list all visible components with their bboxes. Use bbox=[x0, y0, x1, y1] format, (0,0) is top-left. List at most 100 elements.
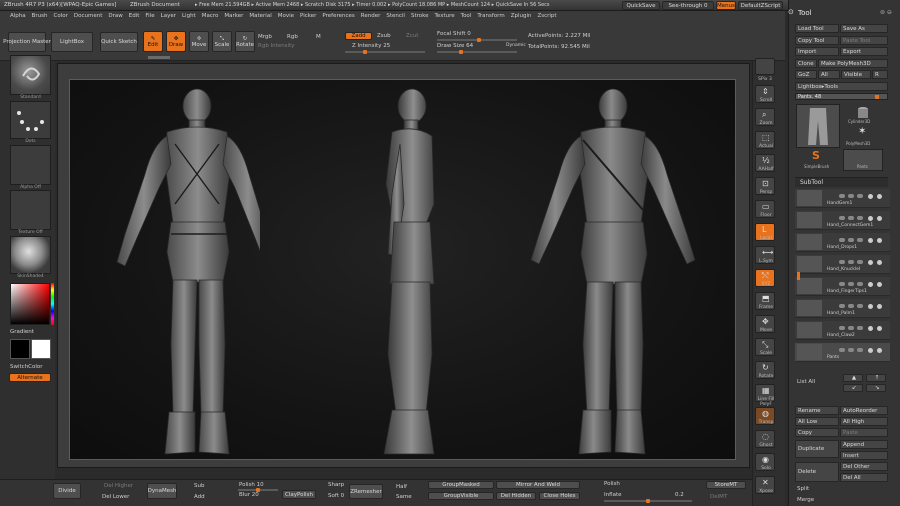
del-other-button[interactable]: Del Other bbox=[840, 462, 888, 471]
subtool-toggle-icon[interactable] bbox=[857, 326, 863, 330]
stroke-selector[interactable] bbox=[10, 101, 51, 139]
add-toggle[interactable]: Add bbox=[194, 494, 205, 500]
del-lower-button[interactable]: Del Lower bbox=[102, 494, 129, 500]
bpr-button[interactable] bbox=[755, 58, 775, 75]
subtool-toggle-icon[interactable] bbox=[839, 216, 845, 220]
zcut-toggle[interactable]: Zcut bbox=[406, 33, 418, 39]
load-tool-button[interactable]: Load Tool bbox=[795, 24, 839, 33]
make-polymesh-button[interactable]: Make PolyMesh3D bbox=[818, 59, 888, 68]
menu-alpha[interactable]: Alpha bbox=[10, 13, 26, 19]
focal-shift-slider[interactable]: Focal Shift 0 bbox=[437, 31, 471, 37]
draw-button[interactable]: ✥ Draw bbox=[166, 31, 186, 52]
mrgb-toggle[interactable]: Mrgb bbox=[258, 34, 272, 40]
lightbox-tools-button[interactable]: Lightbox▸Tools bbox=[795, 82, 888, 91]
xpose-button[interactable]: ✕ Xpose bbox=[755, 476, 775, 494]
sharp-slider[interactable]: Sharp bbox=[328, 482, 344, 488]
autoreorder-button[interactable]: AutoReorder bbox=[840, 406, 888, 415]
menu-document[interactable]: Document bbox=[74, 13, 103, 19]
frame-button[interactable]: ⬒ Frame bbox=[755, 292, 775, 310]
tool-thumb-pants-large[interactable] bbox=[796, 104, 840, 148]
zoom-button[interactable]: ⌕ Zoom bbox=[755, 108, 775, 126]
rotate-button[interactable]: ↻ Rotate bbox=[755, 361, 775, 379]
visibility-eye-icon[interactable] bbox=[877, 238, 882, 243]
subtool-toggle-icon[interactable] bbox=[848, 348, 854, 352]
insert-button[interactable]: Insert bbox=[840, 451, 888, 460]
inflate-handle[interactable] bbox=[646, 499, 650, 503]
line-fill-polyf-button[interactable]: ▦ Line Fill PolyF bbox=[755, 384, 775, 407]
switchcolor-button[interactable]: SwitchColor bbox=[10, 364, 43, 370]
current-tool-slider[interactable]: Pants. 48 bbox=[795, 93, 888, 100]
visibility-eye-icon[interactable] bbox=[877, 194, 882, 199]
default-zscript-button[interactable]: DefaultZScript bbox=[738, 1, 783, 10]
subtool-toggle-icon[interactable] bbox=[839, 194, 845, 198]
dynamesh-button[interactable]: DynaMesh bbox=[147, 483, 177, 499]
z-intensity-slider[interactable]: Z Intensity 25 bbox=[352, 43, 390, 49]
menu-zplugin[interactable]: Zplugin bbox=[511, 13, 532, 19]
subtool-row[interactable]: HandGem1 bbox=[795, 189, 890, 208]
delmt-button[interactable]: DelMT bbox=[710, 494, 727, 500]
append-button[interactable]: Append bbox=[840, 440, 888, 449]
polypaint-icon[interactable] bbox=[868, 216, 873, 221]
focal-shift-handle[interactable] bbox=[477, 38, 481, 42]
del-higher-button[interactable]: Del Higher bbox=[104, 483, 133, 489]
scroll-button[interactable]: ⇕ Scroll bbox=[755, 85, 775, 103]
delete-button[interactable]: Delete bbox=[795, 462, 839, 482]
menu-draw[interactable]: Draw bbox=[108, 13, 122, 19]
subtool-toggle-icon[interactable] bbox=[839, 238, 845, 242]
aahalf-button[interactable]: ½ AAHalf bbox=[755, 154, 775, 172]
visible-button[interactable]: Visible bbox=[841, 70, 871, 79]
menus-toggle[interactable]: Menus bbox=[716, 1, 736, 10]
export-button[interactable]: Export bbox=[840, 47, 888, 56]
gradient-toggle[interactable]: Gradient bbox=[10, 329, 34, 335]
actual-button[interactable]: ⬚ Actual bbox=[755, 131, 775, 149]
move-button[interactable]: ✥ Move bbox=[755, 315, 775, 333]
menu-render[interactable]: Render bbox=[361, 13, 381, 19]
edit-button[interactable]: ✎ Edit bbox=[143, 31, 163, 52]
menu-texture[interactable]: Texture bbox=[435, 13, 455, 19]
menu-movie[interactable]: Movie bbox=[278, 13, 294, 19]
del-hidden-button[interactable]: Del Hidden bbox=[496, 492, 536, 500]
subtool-row[interactable]: Hand_KnuckleI bbox=[795, 255, 890, 274]
move-top-button[interactable]: ↑ bbox=[866, 374, 886, 382]
focal-shift-track[interactable] bbox=[437, 38, 517, 42]
main-color-swatch[interactable] bbox=[10, 339, 30, 359]
subtool-header[interactable]: SubTool bbox=[795, 177, 888, 187]
all-low-button[interactable]: All Low bbox=[795, 417, 839, 426]
subtool-toggle-icon[interactable] bbox=[857, 194, 863, 198]
zremesher-button[interactable]: ZRemesher bbox=[349, 484, 383, 499]
local-button[interactable]: L Local bbox=[755, 223, 775, 241]
subtool-toggle-icon[interactable] bbox=[857, 238, 863, 242]
subtool-toggle-icon[interactable] bbox=[848, 238, 854, 242]
xyz-button[interactable]: ⤲ XYZ bbox=[755, 269, 775, 287]
rgb-toggle[interactable]: Rgb bbox=[287, 34, 298, 40]
subtool-row[interactable]: Hand_Claw2 bbox=[795, 321, 890, 340]
menu-macro[interactable]: Macro bbox=[202, 13, 219, 19]
close-holes-button[interactable]: Close Holes bbox=[539, 492, 580, 500]
polypaint-icon[interactable] bbox=[868, 238, 873, 243]
subtool-toggle-icon[interactable] bbox=[839, 348, 845, 352]
subtool-toggle-icon[interactable] bbox=[848, 326, 854, 330]
subtool-row[interactable]: Hand_Palm1 bbox=[795, 299, 890, 318]
rotate-button[interactable]: ↻ Rotate bbox=[235, 31, 255, 52]
inflate-slider[interactable]: Inflate bbox=[604, 492, 621, 498]
draw-size-handle[interactable] bbox=[459, 50, 463, 54]
subtool-toggle-icon[interactable] bbox=[848, 282, 854, 286]
menu-light[interactable]: Light bbox=[182, 13, 196, 19]
polypaint-icon[interactable] bbox=[868, 260, 873, 265]
menu-stroke[interactable]: Stroke bbox=[411, 13, 429, 19]
menu-layer[interactable]: Layer bbox=[161, 13, 176, 19]
subtool-toggle-icon[interactable] bbox=[857, 260, 863, 264]
shelf-grip[interactable] bbox=[148, 56, 170, 59]
subtool-row[interactable]: Hand_ConnectGem1 bbox=[795, 211, 890, 230]
menu-brush[interactable]: Brush bbox=[32, 13, 48, 19]
move-button[interactable]: ✢ Move bbox=[189, 31, 209, 52]
blur-slider[interactable]: Blur 20 bbox=[239, 492, 259, 498]
alternate-toggle[interactable]: Alternate bbox=[9, 373, 51, 382]
menu-tool[interactable]: Tool bbox=[461, 13, 472, 19]
half-toggle[interactable]: Half bbox=[396, 484, 407, 490]
dynamic-toggle[interactable]: Dynamic bbox=[506, 43, 526, 48]
subtool-toggle-icon[interactable] bbox=[857, 216, 863, 220]
paste-subtool-button[interactable]: Paste bbox=[840, 428, 888, 437]
polish-slider[interactable]: Polish 10 bbox=[239, 482, 264, 488]
alpha-selector[interactable] bbox=[10, 145, 51, 185]
